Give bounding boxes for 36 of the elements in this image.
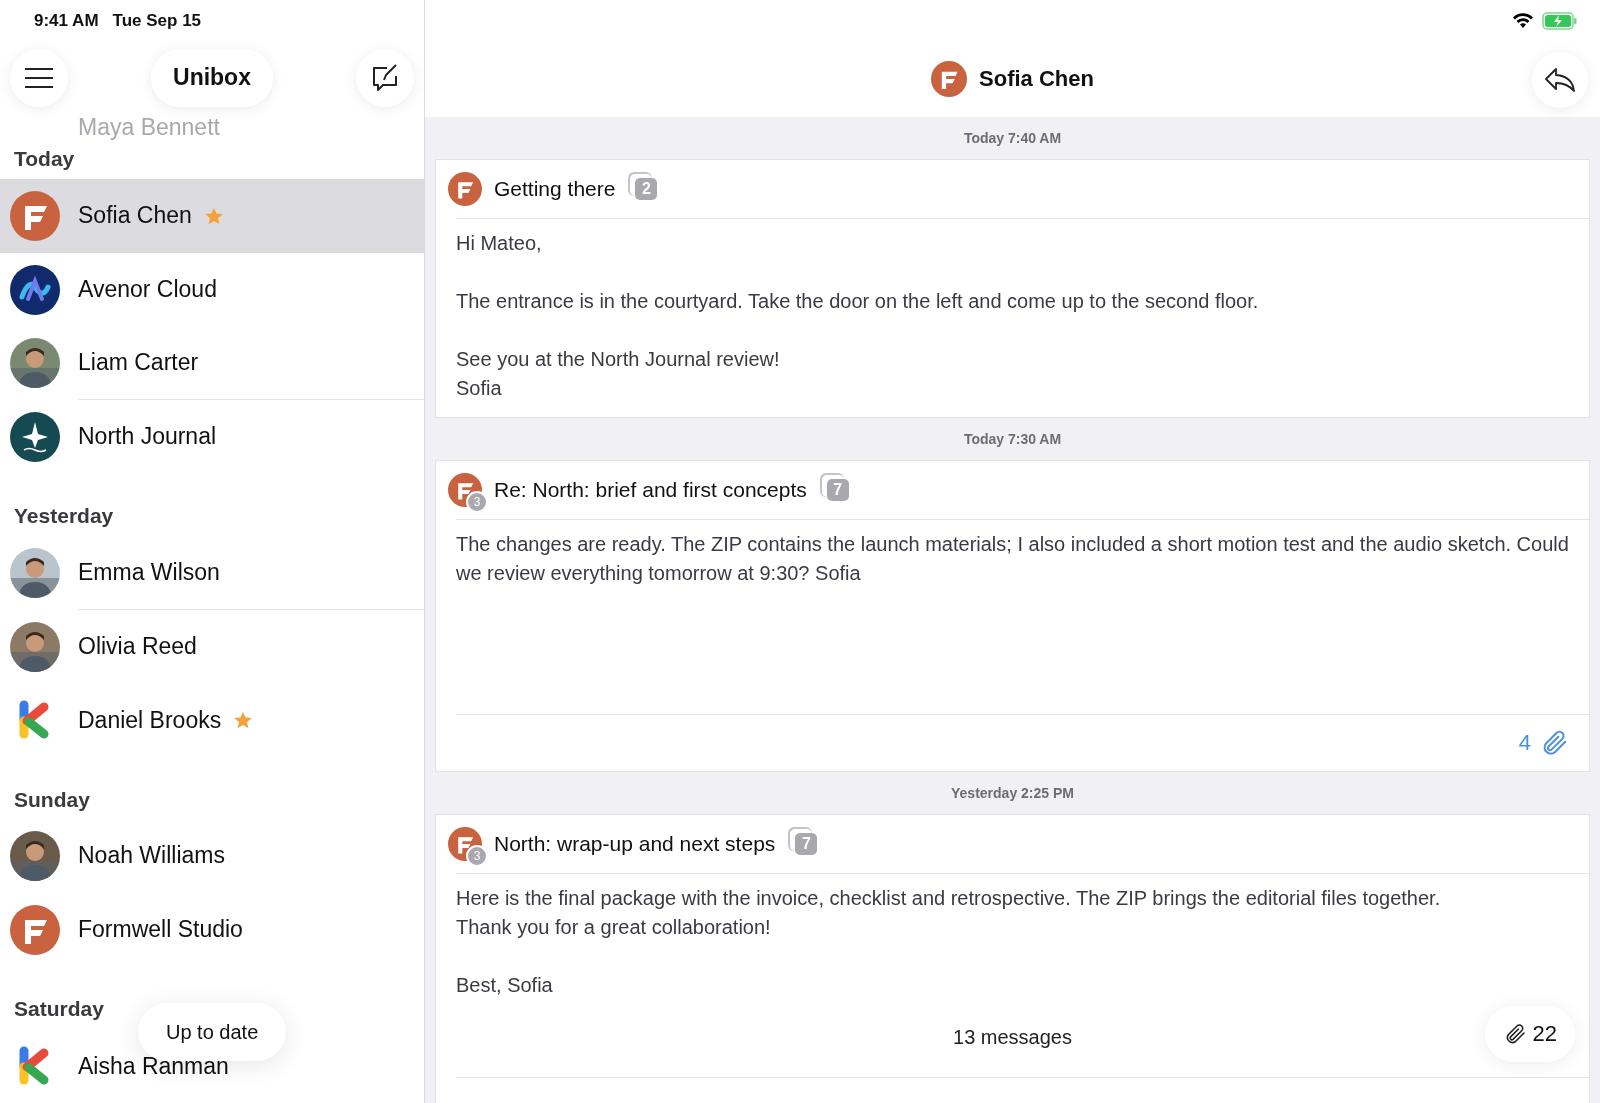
attachment-count: 4	[1518, 730, 1531, 756]
message-text: Best, Sofia	[456, 973, 554, 998]
contact-name: Daniel Brooks	[78, 706, 222, 734]
message-subject[interactable]: Getting there	[494, 177, 616, 201]
message-text: Here is the final package with the invoice, checklist and retrospective. The ZIP brings the editorial files together. Thank you for a great collaboration!	[456, 886, 1442, 940]
contact-name: North Journal	[78, 423, 217, 451]
message-text: Hi Mateo,	[456, 231, 543, 256]
status-date: Tue Sep 15	[112, 10, 202, 31]
section-heading: Saturday	[13, 996, 105, 1023]
section-heading: Yesterday	[13, 503, 115, 530]
status-time: 9:41 AM	[34, 10, 99, 31]
message-subject[interactable]: Re: North: brief and first concepts	[494, 478, 807, 502]
participant-count: 3	[466, 491, 488, 513]
message-text: The changes are ready. The ZIP contains the launch materials; I also included a short motion test and the audio sketch. Could we review everything tomorrow at 9:30? Sofia	[456, 532, 1569, 586]
contact-name: Maya Bennett	[77, 113, 221, 142]
timestamp: Today 7:30 AM	[963, 431, 1062, 447]
contact-name: Liam Carter	[78, 349, 199, 377]
message-text: The entrance is in the courtyard. Take the door on the left and come up to the second floor.	[456, 289, 1260, 314]
conversation-title: Sofia Chen	[979, 65, 1094, 92]
message-text: See you at the North Journal review! Sofia	[456, 347, 781, 401]
contact-name: Formwell Studio	[78, 916, 243, 944]
message-count[interactable]: 13 messages	[953, 1026, 1072, 1049]
contact-name: Avenor Cloud	[78, 275, 217, 303]
timestamp: Yesterday 2:25 PM	[951, 785, 1074, 801]
section-heading: Sunday	[13, 786, 91, 813]
conversation-item[interactable]: Sofia Chen	[0, 179, 424, 253]
attachments-button[interactable]: 22	[1484, 1006, 1575, 1062]
timestamp: Today 7:40 AM	[963, 130, 1062, 146]
mailbox-title[interactable]: Unibox	[151, 48, 273, 107]
contact-name: Sofia Chen	[78, 202, 192, 230]
message-subject[interactable]: North: wrap-up and next steps	[494, 832, 776, 856]
contact-name: Olivia Reed	[78, 632, 197, 660]
section-heading: Today	[13, 146, 76, 173]
contact-name: Noah Williams	[78, 842, 225, 870]
participant-count: 3	[466, 845, 488, 867]
contact-name: Emma Wilson	[78, 558, 220, 586]
